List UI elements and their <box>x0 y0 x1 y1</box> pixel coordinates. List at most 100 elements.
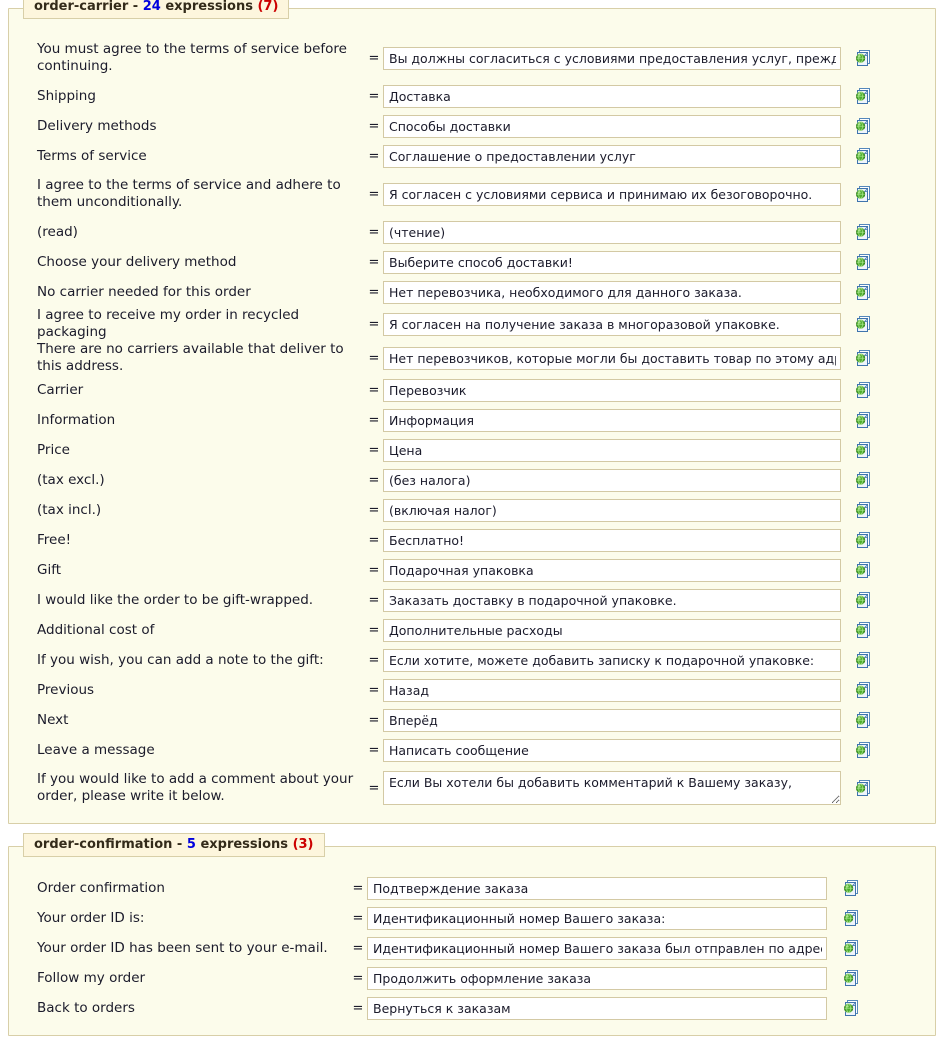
translate-globe-icon[interactable] <box>842 939 860 957</box>
translation-input[interactable] <box>383 558 841 582</box>
translation-input[interactable] <box>383 738 841 762</box>
legend-dash: - <box>132 0 139 14</box>
source-string-label: Free! <box>37 531 72 548</box>
equals-sign: = <box>368 50 380 66</box>
translation-textarea[interactable] <box>383 771 841 805</box>
translation-input[interactable] <box>383 346 841 370</box>
translate-globe-icon[interactable] <box>854 411 872 429</box>
panel-legend: order-confirmation - 5 expressions (3) <box>23 833 325 857</box>
translation-input[interactable] <box>383 84 841 108</box>
equals-sign: = <box>352 940 364 956</box>
translation-input[interactable] <box>367 996 827 1020</box>
translation-input[interactable] <box>367 906 827 930</box>
translate-globe-icon[interactable] <box>854 147 872 165</box>
translation-row: Additional cost of = <box>9 615 935 645</box>
value-wrapper <box>383 498 935 522</box>
source-string-label: Order confirmation <box>37 879 165 896</box>
translate-globe-icon[interactable] <box>854 185 872 203</box>
value-wrapper <box>383 588 935 612</box>
value-wrapper <box>383 144 935 168</box>
expression-word: expressions <box>200 837 289 852</box>
translation-input[interactable] <box>383 378 841 402</box>
translations-page: order-carrier - 24 expressions (7) You mu… <box>0 0 944 1036</box>
translate-globe-icon[interactable] <box>854 349 872 367</box>
translation-input[interactable] <box>383 114 841 138</box>
equals-sign: = <box>368 442 380 458</box>
translation-input[interactable] <box>383 144 841 168</box>
translate-globe-icon[interactable] <box>854 253 872 271</box>
translation-row: Shipping = <box>9 81 935 111</box>
value-wrapper <box>383 648 935 672</box>
translation-input[interactable] <box>383 528 841 552</box>
source-string-label: You must agree to the terms of service b… <box>37 41 347 74</box>
equals-sign: = <box>368 254 380 270</box>
translation-input[interactable] <box>383 588 841 612</box>
translation-input[interactable] <box>367 936 827 960</box>
equals-sign: = <box>368 186 380 202</box>
translate-globe-icon[interactable] <box>854 651 872 669</box>
translation-input[interactable] <box>383 498 841 522</box>
translate-globe-icon[interactable] <box>854 315 872 333</box>
translate-globe-icon[interactable] <box>842 999 860 1017</box>
value-wrapper <box>383 280 935 304</box>
translate-globe-icon[interactable] <box>854 441 872 459</box>
translate-globe-icon[interactable] <box>854 591 872 609</box>
translate-globe-icon[interactable] <box>854 49 872 67</box>
translation-input[interactable] <box>383 468 841 492</box>
translate-globe-icon[interactable] <box>854 471 872 489</box>
translate-globe-icon[interactable] <box>854 381 872 399</box>
translate-globe-icon[interactable] <box>854 283 872 301</box>
translate-globe-icon[interactable] <box>854 741 872 759</box>
translate-globe-icon[interactable] <box>854 711 872 729</box>
equals-sign: = <box>368 472 380 488</box>
expression-word: expressions <box>165 0 253 14</box>
equals-sign: = <box>368 284 380 300</box>
translate-globe-icon[interactable] <box>842 909 860 927</box>
value-wrapper <box>383 114 935 138</box>
translation-panel: order-carrier - 24 expressions (7) You mu… <box>8 0 936 824</box>
translation-input[interactable] <box>383 678 841 702</box>
translation-input[interactable] <box>367 876 827 900</box>
source-string-label: (read) <box>37 223 78 240</box>
translate-globe-icon[interactable] <box>842 879 860 897</box>
value-wrapper <box>383 182 935 206</box>
value-wrapper <box>383 250 935 274</box>
source-string-label: Your order ID is: <box>37 909 145 926</box>
translate-globe-icon[interactable] <box>854 561 872 579</box>
translate-globe-icon[interactable] <box>854 223 872 241</box>
translate-globe-icon[interactable] <box>854 87 872 105</box>
value-wrapper <box>383 346 935 370</box>
translation-input[interactable] <box>383 220 841 244</box>
equals-sign: = <box>368 652 380 668</box>
translation-input[interactable] <box>383 250 841 274</box>
translation-input[interactable] <box>383 46 841 70</box>
translation-input[interactable] <box>383 312 841 336</box>
translate-globe-icon[interactable] <box>854 621 872 639</box>
value-wrapper <box>367 906 935 930</box>
translate-globe-icon[interactable] <box>854 501 872 519</box>
translation-input[interactable] <box>383 648 841 672</box>
equals-sign: = <box>368 382 380 398</box>
expression-count: 5 <box>186 837 196 852</box>
translate-globe-icon[interactable] <box>854 117 872 135</box>
source-string-label: (tax incl.) <box>37 501 102 518</box>
translation-input[interactable] <box>383 280 841 304</box>
translate-globe-icon[interactable] <box>854 779 872 797</box>
panel-body: Order confirmation = Your order ID is: = Y… <box>9 847 935 1023</box>
translation-input[interactable] <box>383 408 841 432</box>
translation-input[interactable] <box>367 966 827 990</box>
translate-globe-icon[interactable] <box>842 969 860 987</box>
source-string-label: Carrier <box>37 381 84 398</box>
translate-globe-icon[interactable] <box>854 681 872 699</box>
panel-name: order-confirmation <box>34 837 173 852</box>
translation-input[interactable] <box>383 618 841 642</box>
equals-sign: = <box>352 1000 364 1016</box>
equals-sign: = <box>368 350 380 366</box>
translate-globe-icon[interactable] <box>854 531 872 549</box>
translation-input[interactable] <box>383 438 841 462</box>
translation-input[interactable] <box>383 708 841 732</box>
translation-input[interactable] <box>383 182 841 206</box>
missing-count: (7) <box>257 0 279 14</box>
value-wrapper <box>383 46 935 70</box>
translation-row: Order confirmation = <box>9 873 935 903</box>
